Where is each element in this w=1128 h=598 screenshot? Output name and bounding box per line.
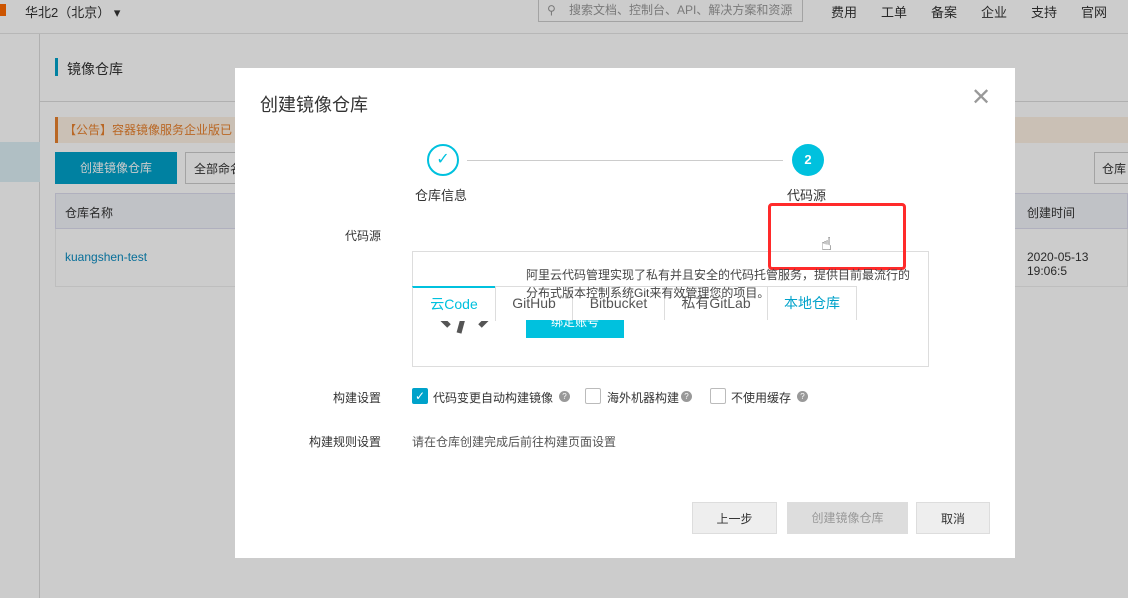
no-cache-checkbox[interactable] [710,388,726,404]
step-done-check-icon: ✓ [427,144,459,176]
tab-yuncode[interactable]: 云Code [412,286,496,321]
panel-description-2: 分布式版本控制系统Git来有效管理您的项目。 [526,286,770,300]
build-settings-label: 构建设置 [333,391,382,405]
highlight-box [768,203,906,270]
panel-description-1: 阿里云代码管理实现了私有并且安全的代码托管服务，提供目前最流行的 [526,268,911,282]
overseas-build-checkbox[interactable] [585,388,601,404]
hand-cursor-icon: ☝ [821,234,832,254]
build-rules-label: 构建规则设置 [309,435,382,449]
auto-build-label: 代码变更自动构建镜像 [433,391,554,405]
build-rules-text: 请在仓库创建完成后前往构建页面设置 [412,435,617,449]
help-icon[interactable]: ? [681,391,692,402]
close-icon[interactable]: ✕ [971,86,991,110]
tab-local-repo[interactable]: 本地仓库 [767,286,857,320]
step-2-circle: 2 [792,144,824,176]
overseas-build-label: 海外机器构建 [607,391,680,405]
step-2-label: 代码源 [787,188,827,203]
help-icon[interactable]: ? [559,391,570,402]
prev-step-button[interactable]: 上一步 [692,502,777,534]
help-icon[interactable]: ? [797,391,808,402]
no-cache-label: 不使用缓存 [731,391,792,405]
cancel-button[interactable]: 取消 [916,502,990,534]
create-repo-submit-button[interactable]: 创建镜像仓库 [787,502,908,534]
auto-build-checkbox[interactable]: ✓ [412,388,428,404]
dialog-title: 创建镜像仓库 [260,95,368,115]
step-1-label: 仓库信息 [415,188,468,203]
create-repo-dialog: 创建镜像仓库 ✕ ✓ 2 仓库信息 代码源 代码源 阿里云代码管理实现了私有并且… [235,68,1015,558]
source-label: 代码源 [345,229,382,243]
step-connector [467,160,783,161]
